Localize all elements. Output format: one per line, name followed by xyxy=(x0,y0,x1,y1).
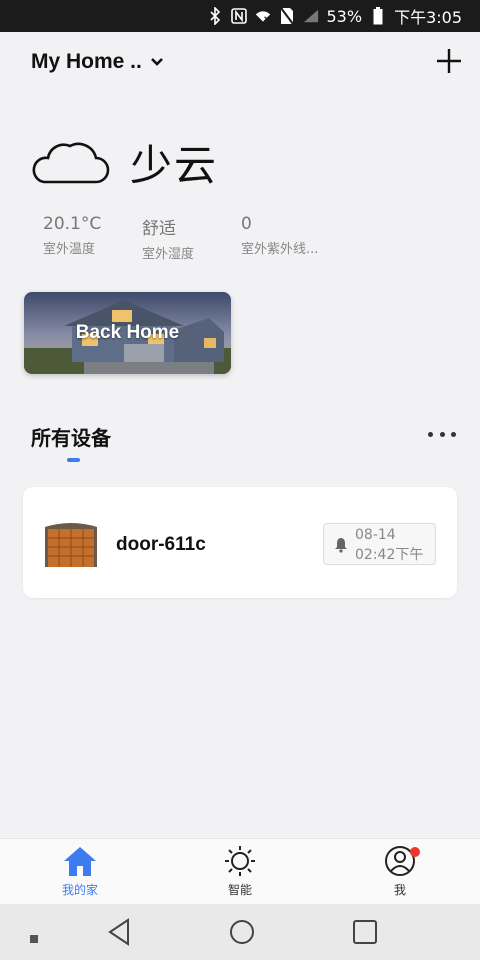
square-icon xyxy=(353,920,377,944)
nav-label-me: 我 xyxy=(393,883,406,897)
app-header: My Home .. xyxy=(0,32,480,94)
device-card[interactable]: door-611c 08-14 02:42下午 xyxy=(23,487,457,598)
notification-badge xyxy=(410,847,420,857)
no-sim-icon xyxy=(279,7,295,25)
nav-my-home[interactable]: 我的家 xyxy=(40,845,120,903)
tab-all-devices[interactable]: 所有设备 xyxy=(31,422,111,451)
bell-icon xyxy=(335,538,347,553)
outdoor-temp: 20.1°C 室外温度 xyxy=(43,214,101,257)
nav-label-home: 我的家 xyxy=(61,883,98,897)
plus-icon xyxy=(437,49,461,73)
recent-dot-icon xyxy=(30,928,38,947)
clock: 下午3:05 xyxy=(394,8,462,27)
outdoor-uv-label: 室外紫外线... xyxy=(241,242,319,257)
alert-date: 08-14 xyxy=(355,527,396,543)
more-button[interactable] xyxy=(428,424,456,444)
back-icon xyxy=(108,918,129,946)
chevron-down-icon xyxy=(150,58,163,66)
back-button[interactable] xyxy=(106,918,132,950)
device-last-alert[interactable]: 08-14 02:42下午 xyxy=(323,523,436,565)
scene-card-back-home[interactable]: Back Home xyxy=(24,292,231,374)
outdoor-uv: 0 室外紫外线... xyxy=(241,214,318,257)
cloud-icon xyxy=(32,142,110,184)
alert-time: 02:42下午 xyxy=(355,547,424,563)
more-icon xyxy=(428,431,433,437)
weather-panel: 少云 20.1°C 室外温度 舒适 室外湿度 0 室外紫外线... xyxy=(30,128,450,268)
bottom-nav: 我的家 智能 我 xyxy=(0,838,480,904)
battery-icon xyxy=(370,7,386,25)
signal-icon xyxy=(303,8,319,24)
scene-label: Back Home xyxy=(75,322,180,343)
status-bar: 53% 下午3:05 xyxy=(0,0,480,32)
nfc-icon xyxy=(230,8,247,24)
outdoor-humidity-label: 室外湿度 xyxy=(142,247,195,262)
more-icon-dot xyxy=(439,431,445,437)
home-button[interactable] xyxy=(229,918,255,950)
circle-icon xyxy=(230,920,254,944)
outdoor-humidity-value: 舒适 xyxy=(142,219,176,239)
recents-button[interactable] xyxy=(352,918,378,950)
outdoor-uv-value: 0 xyxy=(241,214,252,234)
outdoor-temp-value: 20.1°C xyxy=(43,214,102,234)
wifi-icon xyxy=(255,8,271,24)
home-icon xyxy=(64,847,96,876)
nav-me[interactable]: 我 xyxy=(360,845,440,903)
outdoor-temp-label: 室外温度 xyxy=(43,242,96,257)
system-nav-bar xyxy=(0,904,480,960)
nav-label-smart: 智能 xyxy=(227,883,252,897)
add-button[interactable] xyxy=(434,46,464,76)
outdoor-humidity: 舒适 室外湿度 xyxy=(142,214,194,262)
battery-percent: 53% xyxy=(326,6,363,26)
more-icon-dot xyxy=(451,431,456,437)
nav-smart[interactable]: 智能 xyxy=(200,845,280,903)
device-name: door-611c xyxy=(116,534,206,555)
weather-condition: 少云 xyxy=(130,141,219,190)
home-selector[interactable]: My Home .. xyxy=(31,50,164,74)
sun-icon xyxy=(225,846,255,876)
garage-door-icon xyxy=(43,521,99,567)
tab-indicator xyxy=(67,458,80,462)
bluetooth-icon xyxy=(207,7,223,25)
home-name: My Home .. xyxy=(31,50,142,73)
